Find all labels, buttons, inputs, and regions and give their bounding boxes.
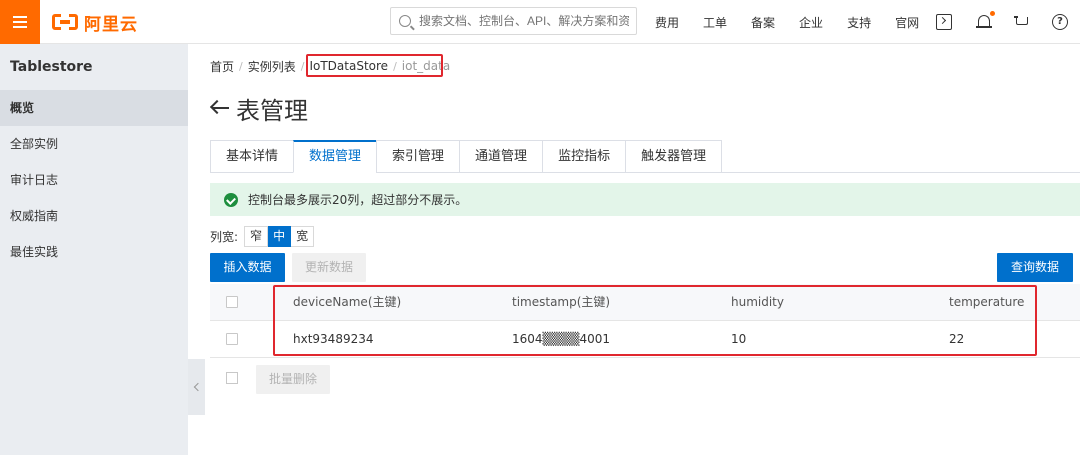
terminal-icon[interactable] [936, 14, 952, 30]
search-box[interactable] [390, 7, 637, 35]
column-width-narrow[interactable]: 窄 [244, 226, 269, 247]
breadcrumb-instances[interactable]: 实例列表 [248, 58, 296, 75]
notification-dot [990, 11, 995, 16]
sidebar-item-audit-log[interactable]: 审计日志 [0, 162, 188, 198]
page-title: 表管理 [209, 92, 308, 125]
brand-name: 阿里云 [84, 14, 138, 35]
query-data-button[interactable]: 查询数据 [997, 253, 1073, 282]
sidebar-title: Tablestore [10, 59, 93, 75]
sidebar-item-guide[interactable]: 权威指南 [0, 198, 188, 234]
tab-monitoring[interactable]: 监控指标 [542, 140, 626, 173]
success-check-icon [224, 192, 238, 207]
chevron-left-icon [193, 382, 203, 392]
top-bar: 阿里云 费用 工单 备案 企业 支持 官网 ? [0, 0, 1080, 44]
aliyun-logo-mark [52, 13, 78, 31]
nav-icp[interactable]: 备案 [751, 14, 775, 31]
breadcrumb-separator: / [239, 59, 243, 73]
back-arrow-icon[interactable] [209, 98, 230, 118]
row-checkbox[interactable] [226, 333, 238, 345]
notice-text: 控制台最多展示20列，超过部分不展示。 [248, 193, 468, 207]
sidebar-item-best-practice[interactable]: 最佳实践 [0, 234, 188, 270]
column-width-medium[interactable]: 中 [268, 226, 292, 247]
breadcrumb-separator: / [300, 59, 305, 73]
tab-tunnel-management[interactable]: 通道管理 [459, 140, 543, 173]
sidebar: Tablestore 概览 全部实例 审计日志 权威指南 最佳实践 [0, 44, 188, 455]
update-data-button[interactable]: 更新数据 [292, 253, 366, 282]
column-width-selector: 列宽: 窄 中 宽 [210, 226, 315, 247]
tab-data-management[interactable]: 数据管理 [293, 140, 377, 173]
column-width-wide[interactable]: 宽 [291, 226, 315, 247]
aliyun-logo[interactable]: 阿里云 [52, 10, 138, 35]
nav-billing[interactable]: 费用 [655, 14, 679, 31]
page-title-text: 表管理 [236, 96, 308, 125]
tab-basic-details[interactable]: 基本详情 [210, 140, 294, 173]
breadcrumb-highlight-box [306, 54, 443, 77]
nav-official-site[interactable]: 官网 [895, 14, 919, 31]
tab-trigger-management[interactable]: 触发器管理 [625, 140, 723, 173]
insert-data-button[interactable]: 插入数据 [210, 253, 285, 282]
help-icon[interactable]: ? [1052, 14, 1068, 30]
menu-button[interactable] [0, 0, 40, 44]
search-input[interactable] [419, 14, 629, 28]
breadcrumb-home[interactable]: 首页 [210, 58, 234, 75]
batch-delete-button[interactable]: 批量删除 [256, 365, 330, 394]
top-nav: 费用 工单 备案 企业 支持 官网 [655, 0, 943, 44]
cart-icon[interactable] [1014, 14, 1030, 30]
select-all-checkbox[interactable] [226, 296, 238, 308]
sidebar-item-overview[interactable]: 概览 [0, 90, 188, 126]
sidebar-collapse-button[interactable] [188, 359, 205, 415]
tab-index-management[interactable]: 索引管理 [376, 140, 460, 173]
table-highlight-box [273, 285, 1037, 356]
bell-icon[interactable] [976, 11, 995, 30]
nav-enterprise[interactable]: 企业 [799, 14, 823, 31]
footer-select-checkbox[interactable] [226, 372, 238, 384]
notice-banner: 控制台最多展示20列，超过部分不展示。 [210, 183, 1080, 216]
search-icon [399, 15, 411, 27]
nav-support[interactable]: 支持 [847, 14, 871, 31]
sidebar-item-all-instances[interactable]: 全部实例 [0, 126, 188, 162]
tab-bar: 基本详情 数据管理 索引管理 通道管理 监控指标 触发器管理 [210, 140, 723, 173]
nav-tickets[interactable]: 工单 [703, 14, 727, 31]
hamburger-icon [13, 16, 27, 28]
column-width-label: 列宽: [210, 230, 239, 244]
